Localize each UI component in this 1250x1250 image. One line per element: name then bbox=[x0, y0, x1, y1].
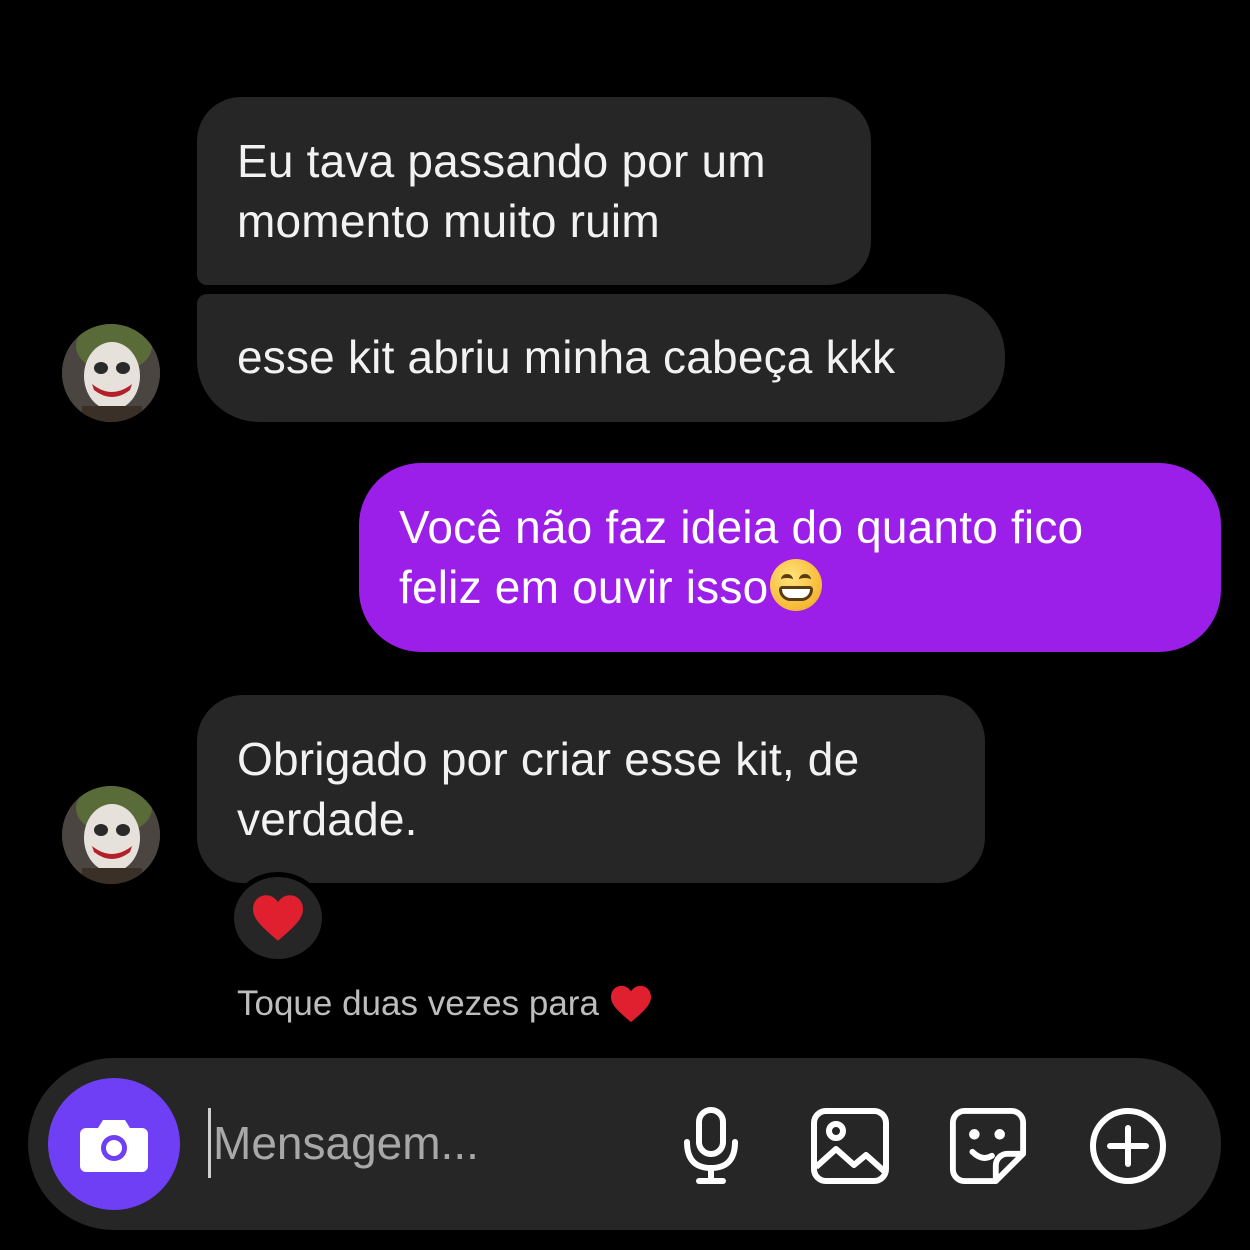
gallery-icon bbox=[811, 1108, 889, 1184]
microphone-icon bbox=[684, 1107, 738, 1184]
message-text-line: verdade. bbox=[237, 793, 418, 845]
add-button[interactable] bbox=[1086, 1104, 1170, 1188]
message-reaction[interactable] bbox=[229, 872, 327, 964]
avatar-image bbox=[62, 324, 160, 422]
message-bubble-outgoing[interactable]: Você não faz ideia do quanto fico feliz … bbox=[359, 463, 1221, 652]
sticker-button[interactable] bbox=[946, 1104, 1030, 1188]
message-text-line: Você não faz ideia do quanto fico bbox=[399, 501, 1084, 553]
microphone-button[interactable] bbox=[669, 1104, 753, 1188]
double-tap-hint: Toque duas vezes para bbox=[237, 984, 653, 1024]
message-bubble-incoming[interactable]: Obrigado por criar esse kit, de verdade. bbox=[197, 695, 985, 883]
message-bubble-incoming[interactable]: esse kit abriu minha cabeça kkk bbox=[197, 294, 1005, 422]
message-input[interactable] bbox=[208, 1108, 628, 1178]
message-text: esse kit abriu minha cabeça kkk bbox=[237, 331, 896, 383]
avatar[interactable] bbox=[62, 324, 160, 422]
avatar-image bbox=[62, 786, 160, 884]
hint-text: Toque duas vezes para bbox=[237, 984, 599, 1023]
message-text-line: Eu tava passando por um bbox=[237, 135, 766, 187]
sticker-icon bbox=[949, 1107, 1027, 1185]
message-text-line-wrap: feliz em ouvir isso bbox=[399, 557, 1181, 617]
plus-circle-icon bbox=[1090, 1108, 1166, 1184]
avatar[interactable] bbox=[62, 786, 160, 884]
chat-screen: Eu tava passando por um momento muito ru… bbox=[0, 0, 1250, 1250]
message-bubble-incoming[interactable]: Eu tava passando por um momento muito ru… bbox=[197, 97, 871, 285]
message-text-line: momento muito ruim bbox=[237, 195, 660, 247]
message-text-line: feliz em ouvir isso bbox=[399, 561, 769, 613]
red-heart-icon bbox=[253, 895, 303, 941]
camera-icon bbox=[80, 1120, 148, 1172]
message-text-line: Obrigado por criar esse kit, de bbox=[237, 733, 860, 785]
red-heart-icon bbox=[610, 985, 651, 1023]
gallery-button[interactable] bbox=[808, 1104, 892, 1188]
camera-button[interactable] bbox=[48, 1078, 180, 1210]
grinning-face-emoji-icon bbox=[770, 559, 823, 611]
